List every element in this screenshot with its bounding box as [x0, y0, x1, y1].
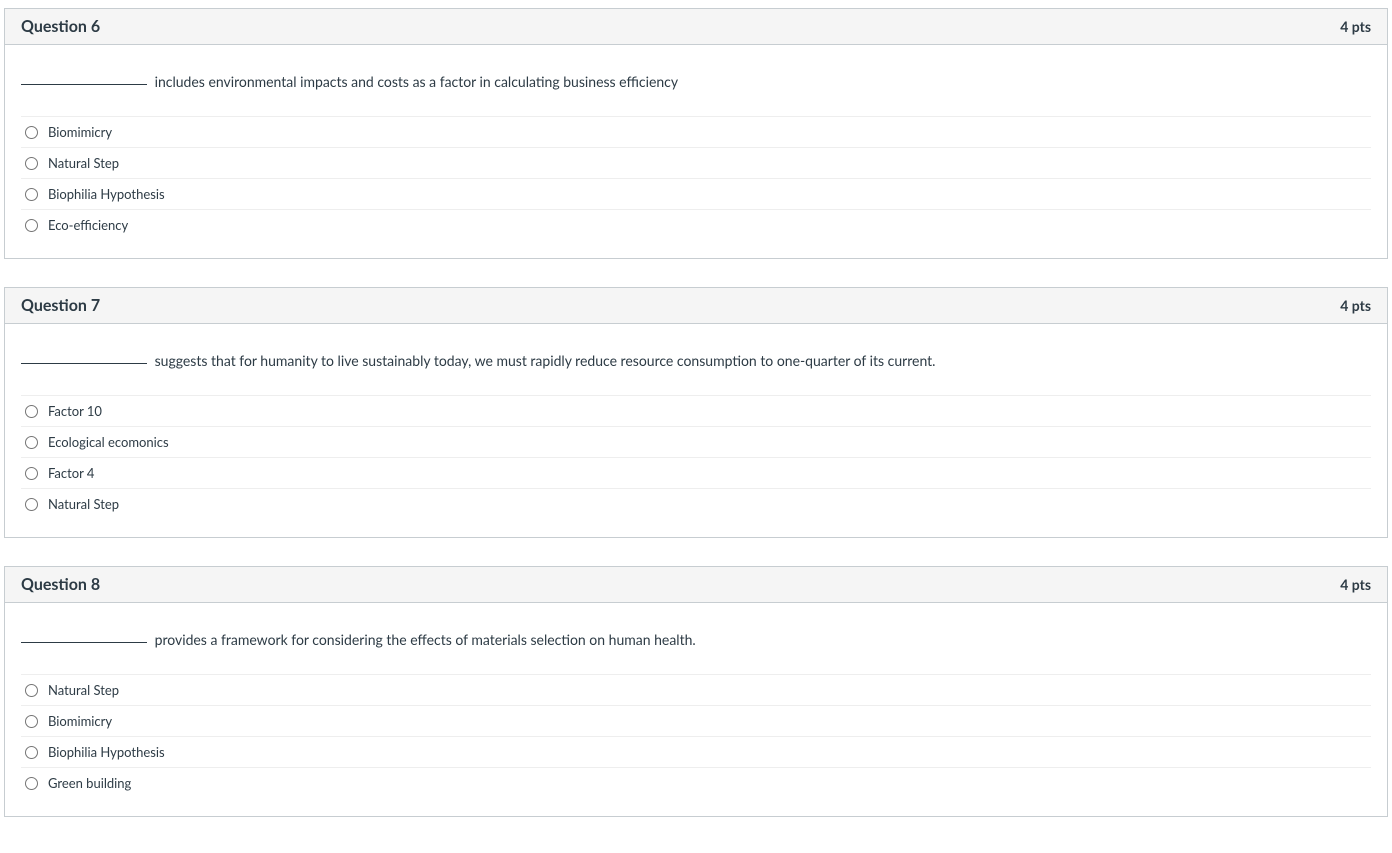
answer-radio[interactable] [25, 188, 38, 201]
answer-option[interactable]: Biophilia Hypothesis [21, 178, 1371, 209]
answer-option[interactable]: Eco-efficiency [21, 209, 1371, 240]
answer-label: Natural Step [48, 682, 119, 698]
answer-label: Biomimicry [48, 713, 112, 729]
answer-option[interactable]: Natural Step [21, 488, 1371, 519]
fill-blank-line [21, 363, 147, 364]
question-title: Question 8 [21, 575, 100, 594]
question-prompt: provides a framework for considering the… [155, 631, 696, 648]
answer-radio[interactable] [25, 467, 38, 480]
answer-label: Natural Step [48, 496, 119, 512]
question-body: suggests that for humanity to live susta… [5, 324, 1387, 537]
answer-radio[interactable] [25, 157, 38, 170]
question-text-wrap: provides a framework for considering the… [5, 603, 1387, 674]
question-block-7: Question 7 4 pts suggests that for human… [4, 287, 1388, 538]
answer-radio[interactable] [25, 715, 38, 728]
answer-radio[interactable] [25, 126, 38, 139]
answer-label: Factor 4 [48, 465, 94, 481]
question-text: suggests that for humanity to live susta… [21, 350, 1371, 371]
fill-blank-line [21, 84, 147, 85]
question-points: 4 pts [1340, 297, 1371, 314]
answer-option[interactable]: Factor 10 [21, 395, 1371, 426]
question-points: 4 pts [1340, 18, 1371, 35]
question-text-wrap: includes environmental impacts and costs… [5, 45, 1387, 116]
question-text: includes environmental impacts and costs… [21, 71, 1371, 92]
question-block-8: Question 8 4 pts provides a framework fo… [4, 566, 1388, 817]
question-body: includes environmental impacts and costs… [5, 45, 1387, 258]
question-header: Question 6 4 pts [5, 9, 1387, 45]
answer-radio[interactable] [25, 498, 38, 511]
question-body: provides a framework for considering the… [5, 603, 1387, 816]
answer-label: Ecological ecomonics [48, 434, 169, 450]
answer-label: Natural Step [48, 155, 119, 171]
answers-list: Natural Step Biomimicry Biophilia Hypoth… [5, 674, 1387, 816]
question-title: Question 6 [21, 17, 100, 36]
answer-option[interactable]: Green building [21, 767, 1371, 798]
question-header: Question 8 4 pts [5, 567, 1387, 603]
question-text: provides a framework for considering the… [21, 629, 1371, 650]
answer-radio[interactable] [25, 219, 38, 232]
answer-radio[interactable] [25, 746, 38, 759]
answer-radio[interactable] [25, 436, 38, 449]
answer-option[interactable]: Natural Step [21, 147, 1371, 178]
answer-label: Biophilia Hypothesis [48, 186, 165, 202]
answer-label: Eco-efficiency [48, 217, 128, 233]
answer-label: Green building [48, 775, 131, 791]
answer-radio[interactable] [25, 684, 38, 697]
answer-option[interactable]: Ecological ecomonics [21, 426, 1371, 457]
question-points: 4 pts [1340, 576, 1371, 593]
question-header: Question 7 4 pts [5, 288, 1387, 324]
answer-option[interactable]: Biomimicry [21, 116, 1371, 147]
answers-list: Biomimicry Natural Step Biophilia Hypoth… [5, 116, 1387, 258]
question-prompt: includes environmental impacts and costs… [155, 73, 678, 90]
answer-radio[interactable] [25, 405, 38, 418]
answer-radio[interactable] [25, 777, 38, 790]
answers-list: Factor 10 Ecological ecomonics Factor 4 … [5, 395, 1387, 537]
fill-blank-line [21, 642, 147, 643]
question-title: Question 7 [21, 296, 100, 315]
question-text-wrap: suggests that for humanity to live susta… [5, 324, 1387, 395]
answer-option[interactable]: Biomimicry [21, 705, 1371, 736]
answer-option[interactable]: Biophilia Hypothesis [21, 736, 1371, 767]
question-prompt: suggests that for humanity to live susta… [155, 352, 936, 369]
answer-label: Biophilia Hypothesis [48, 744, 165, 760]
question-block-6: Question 6 4 pts includes environmental … [4, 8, 1388, 259]
answer-label: Biomimicry [48, 124, 112, 140]
answer-label: Factor 10 [48, 403, 102, 419]
answer-option[interactable]: Factor 4 [21, 457, 1371, 488]
answer-option[interactable]: Natural Step [21, 674, 1371, 705]
